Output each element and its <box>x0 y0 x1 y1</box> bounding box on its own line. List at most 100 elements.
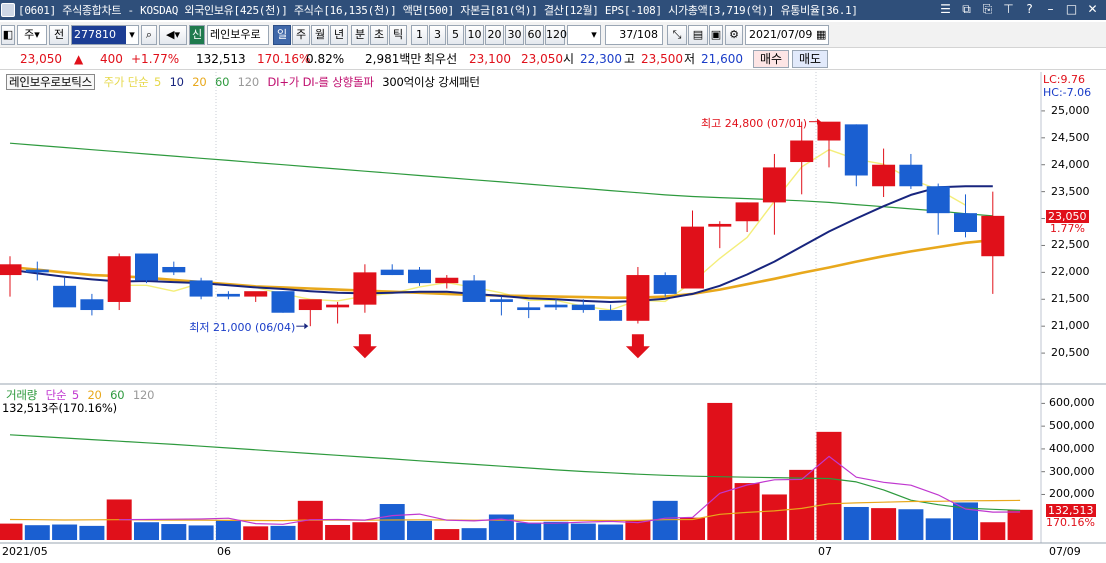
price-chart[interactable] <box>0 0 1106 563</box>
volume-bar <box>625 520 651 540</box>
candle <box>53 277 77 308</box>
candle-body <box>0 264 22 276</box>
down-arrow-signal-icon <box>625 334 650 359</box>
candle-body <box>653 275 677 294</box>
price-tick-label: 24,500 <box>1051 130 1090 144</box>
candle-body <box>926 186 950 214</box>
price-tick-label: 21,000 <box>1051 319 1090 333</box>
candle <box>981 191 1005 294</box>
candle <box>708 221 732 249</box>
candle <box>107 253 131 311</box>
high-annotation: 최고 24,800 (07/01) <box>701 116 808 130</box>
x-label-may: 2021/05 <box>2 545 48 558</box>
candle <box>353 264 377 313</box>
volume-bar <box>243 526 269 540</box>
volume-bar <box>925 518 951 540</box>
candle <box>216 291 240 300</box>
low-annotation: 최저 21,000 (06/04) <box>189 321 296 335</box>
volume-bar <box>516 522 542 540</box>
candle <box>681 210 704 289</box>
volume-bar <box>543 521 569 540</box>
down-arrow-signal-icon <box>352 334 377 359</box>
volume-bar <box>352 522 378 540</box>
volume-bar <box>407 520 432 540</box>
candle <box>517 301 541 319</box>
volume-tick-label: 400,000 <box>1049 441 1095 455</box>
candle-body <box>681 226 704 289</box>
volume-tick-label: 200,000 <box>1049 487 1095 501</box>
volume-bar <box>79 525 105 540</box>
candle-body <box>489 299 513 302</box>
volume-bar <box>52 524 78 540</box>
candle <box>244 291 268 302</box>
volume-bar <box>816 431 842 540</box>
candle <box>326 301 350 324</box>
volume-bar <box>434 529 460 540</box>
x-label-june: 06 <box>217 545 231 558</box>
candle <box>271 291 295 313</box>
candle-body <box>599 310 623 321</box>
candle-body <box>817 121 841 141</box>
chart-markers <box>296 118 821 359</box>
price-tick-label: 23,500 <box>1051 184 1090 198</box>
volume-bar <box>215 519 241 540</box>
volume-tick-label: 500,000 <box>1049 419 1095 433</box>
candle-body <box>162 266 186 273</box>
candle-body <box>462 280 486 302</box>
candle <box>489 296 513 316</box>
candle <box>626 266 650 324</box>
candle-body <box>708 223 732 227</box>
candle <box>653 272 677 297</box>
candle-body <box>353 272 377 305</box>
candle-body <box>735 202 759 222</box>
candle-body <box>107 256 131 302</box>
volume-bar <box>707 402 733 540</box>
candle <box>80 293 104 316</box>
price-tick-label: 20,500 <box>1051 346 1090 360</box>
candle <box>162 261 186 276</box>
candle <box>817 121 841 168</box>
candle <box>899 153 923 189</box>
candle-body <box>408 269 431 284</box>
candle-body <box>189 280 213 297</box>
current-volume-tag-percent: 170.16% <box>1046 515 1095 529</box>
candle <box>872 148 896 198</box>
candle <box>380 264 404 276</box>
volume-bar <box>598 524 624 540</box>
candle-body <box>872 164 896 187</box>
candle-body <box>298 299 322 311</box>
candle-body <box>899 164 923 187</box>
x-label-end: 07/09 <box>1049 545 1081 558</box>
volume-bar <box>980 522 1006 540</box>
candle-body <box>844 124 868 176</box>
volume-bar <box>680 517 705 540</box>
volume-bar <box>488 514 514 540</box>
candle <box>926 183 950 235</box>
volume-bar <box>461 528 487 540</box>
candle-body <box>571 304 595 311</box>
candle-body <box>244 291 268 297</box>
candle-body <box>954 213 977 232</box>
price-tick-label: 21,500 <box>1051 292 1090 306</box>
candle-body <box>271 291 295 313</box>
volume-tick-label: 600,000 <box>1049 396 1095 410</box>
volume-bar <box>188 525 214 540</box>
candle <box>762 153 786 235</box>
candle-body <box>435 277 459 284</box>
candle-body <box>762 167 786 203</box>
volume-bar <box>134 522 159 540</box>
volume-tick-label: 300,000 <box>1049 464 1095 478</box>
stock-chart-window: { "window": { "title": "[0601] 주식종합차트 - … <box>0 0 1106 563</box>
candle <box>790 121 814 195</box>
volume-bar <box>161 524 187 540</box>
hc-label: HC:-7.06 <box>1043 86 1092 99</box>
low-arrow-head-icon <box>304 323 309 330</box>
lc-label: LC:9.76 <box>1043 73 1086 86</box>
candle <box>189 277 213 300</box>
volume-bar <box>761 494 787 540</box>
candle-body <box>544 304 568 308</box>
price-tick-label: 25,000 <box>1051 103 1090 117</box>
candle <box>25 261 49 281</box>
candle-body <box>517 307 541 311</box>
volume-bar <box>570 523 596 540</box>
